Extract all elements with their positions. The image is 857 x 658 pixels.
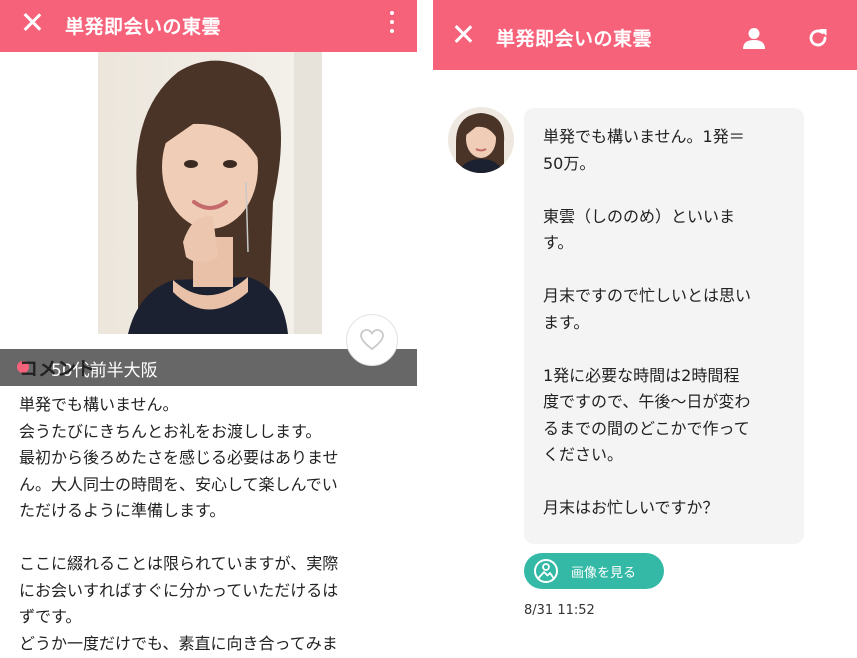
- view-image-button[interactable]: 画像を見る: [524, 553, 664, 589]
- comment-text: 単発でも構いません。 会うたびにきちんとお礼をお渡しします。 最初から後ろめたさ…: [19, 392, 401, 657]
- message-line: す。: [543, 233, 574, 252]
- comment-line: [19, 525, 401, 552]
- message-line: 1発に必要な時間は2時間程: [543, 365, 740, 385]
- message-line: ください。: [543, 445, 624, 464]
- message-text: 単発でも構いません。1発＝ 50万。 東雲（しののめ）といいま す。 月末ですの…: [543, 124, 751, 522]
- message-line: るまでの間のどこかで作って: [543, 418, 750, 438]
- comment-line: ここに綴れることは限られていますが、実際: [19, 554, 339, 573]
- chat-panel: 単発即会いの東雲 単発でも構いません。1発＝ 50万。 東雲（しののめ）といいま…: [433, 0, 857, 658]
- message-line: [543, 469, 751, 496]
- comment-line: どうか一度だけでも、素直に向き合ってみま: [19, 633, 338, 653]
- sender-avatar[interactable]: [448, 107, 514, 173]
- profile-photo[interactable]: [98, 52, 322, 334]
- message-line: 東雲（しののめ）といいま: [543, 206, 736, 226]
- profile-photo-area: 50代前半大阪: [0, 52, 417, 386]
- message-bubble: 単発でも構いません。1発＝ 50万。 東雲（しののめ）といいま す。 月末ですの…: [524, 108, 804, 544]
- close-icon[interactable]: [452, 23, 474, 45]
- view-image-label: 画像を見る: [571, 566, 637, 581]
- message-line: [543, 177, 751, 204]
- profile-header: 単発即会いの東雲: [0, 0, 417, 52]
- image-icon: [534, 559, 558, 583]
- comment-line: 単発でも構いません。: [19, 395, 179, 414]
- chat-header-title: 単発即会いの東雲: [496, 28, 653, 50]
- message-line: 単発でも構いません。1発＝: [543, 127, 745, 146]
- message-line: 度ですので、午後〜日が変わ: [543, 392, 751, 411]
- comment-line: ん。大人同士の時間を、安心して楽しんでい: [19, 474, 338, 494]
- message-line: [543, 257, 751, 284]
- comment-line: にお会いすればすぐに分かっていただけるは: [19, 580, 339, 600]
- panel-divider: [417, 0, 433, 658]
- message-timestamp: 8/31 11:52: [524, 603, 595, 618]
- message-line: 月末ですので忙しいとは思い: [543, 286, 752, 305]
- message-line: 月末はお忙しいですか？: [543, 498, 719, 517]
- header-title: 単発即会いの東雲: [65, 16, 222, 38]
- comment-line: ただけるように準備します。: [19, 501, 226, 520]
- person-icon[interactable]: [743, 27, 765, 49]
- comment-line: ずです。: [19, 607, 82, 626]
- close-icon[interactable]: [21, 11, 43, 33]
- profile-panel: 単発即会いの東雲 50代前半大阪 コメント 単発でも構いません。 会うたびにきち…: [0, 0, 417, 658]
- comment-line: 最初から後ろめたさを感じる必要はありませ: [19, 448, 339, 467]
- message-line: [543, 336, 751, 363]
- more-vert-icon[interactable]: [389, 11, 395, 37]
- heart-icon: [360, 329, 384, 351]
- message-line: ます。: [543, 312, 590, 332]
- chat-header: 単発即会いの東雲: [433, 0, 857, 70]
- like-button[interactable]: [346, 314, 398, 366]
- comment-heading: コメント: [19, 358, 96, 380]
- refresh-icon[interactable]: [807, 27, 829, 49]
- message-line: 50万。: [543, 153, 596, 173]
- comment-line: 会うたびにきちんとお礼をお渡しします。: [19, 421, 322, 441]
